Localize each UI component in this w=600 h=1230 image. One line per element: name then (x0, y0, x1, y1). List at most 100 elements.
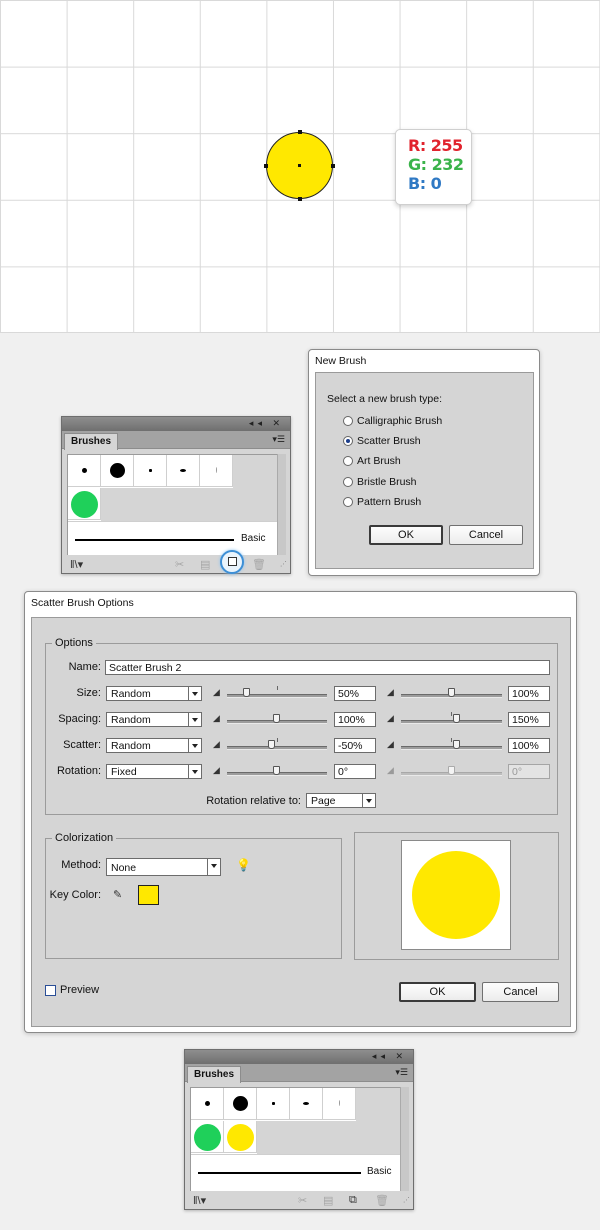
brush-options-icon[interactable]: ▤ (323, 1194, 333, 1207)
size-max-field[interactable]: 100% (508, 686, 550, 701)
resize-grip-icon[interactable]: ⋰ (280, 560, 287, 568)
scatter-brush-options-dialog: Scatter Brush Options Options Name: Scat… (24, 591, 577, 1033)
rotation-max-slider (401, 766, 502, 776)
radio-button[interactable] (343, 456, 353, 466)
tab-brushes[interactable]: Brushes (64, 433, 119, 450)
scatter-brush-swatch[interactable] (224, 1121, 257, 1153)
anchor-point-bottom[interactable] (298, 197, 302, 201)
brush-libraries-menu-icon[interactable]: ǁ\▾ (70, 558, 83, 571)
slider-thumb[interactable] (243, 688, 250, 697)
anchor-point-top[interactable] (298, 130, 302, 134)
preview-checkbox[interactable] (45, 985, 56, 996)
dialog-body: Select a new brush type: Calligraphic Br… (315, 372, 534, 569)
new-brush-icon[interactable] (220, 550, 244, 574)
brush-libraries-menu-icon[interactable]: ǁ\▾ (193, 1194, 206, 1207)
rotation-variation-select[interactable]: Fixed (106, 764, 202, 779)
spacing-min-field[interactable]: 100% (334, 712, 376, 727)
brush-swatch[interactable] (200, 455, 233, 487)
panel-menu-icon[interactable]: ▾☰ (272, 434, 285, 445)
collapse-close-icons[interactable]: ◂◂ ✕ (372, 1051, 407, 1062)
size-max-slider[interactable] (401, 688, 502, 698)
radio-button[interactable] (343, 497, 353, 507)
cancel-button[interactable]: Cancel (482, 982, 559, 1002)
delete-brush-icon[interactable]: 🗑 (252, 558, 266, 571)
brush-name-field[interactable]: Scatter Brush 2 (105, 660, 550, 675)
spacing-variation-select[interactable]: Random (106, 712, 202, 727)
key-color-swatch[interactable] (138, 885, 159, 905)
brush-swatch[interactable] (191, 1088, 224, 1120)
brush-swatch[interactable] (323, 1088, 356, 1120)
spacing-max-slider[interactable] (401, 712, 502, 724)
brush-swatch[interactable] (134, 455, 167, 487)
slider-thumb[interactable] (273, 766, 280, 775)
method-select[interactable]: None (106, 858, 221, 876)
panel-title-bar[interactable]: ◂◂ ✕ (62, 417, 290, 431)
scatter-max-slider[interactable] (401, 738, 502, 750)
rotation-min-field[interactable]: 0° (334, 764, 376, 779)
artboard-canvas[interactable]: R: 255 G: 232 B: 0 (0, 0, 600, 333)
slider-thumb[interactable] (268, 740, 275, 749)
eyedropper-icon[interactable]: ✎ (113, 888, 122, 901)
scatter-brush-swatch[interactable] (68, 488, 101, 520)
slider-thumb[interactable] (453, 714, 460, 723)
collapse-close-icons[interactable]: ◂◂ ✕ (249, 418, 284, 429)
dialog-body: Options Name: Scatter Brush 2 Size: Rand… (31, 617, 571, 1027)
panel-title-bar[interactable]: ◂◂ ✕ (185, 1050, 413, 1064)
brush-swatch[interactable] (290, 1088, 323, 1120)
panel-scrollbar[interactable] (277, 454, 286, 556)
brush-swatch[interactable] (257, 1088, 290, 1120)
size-min-slider[interactable] (227, 686, 327, 698)
basic-brush-label: Basic (241, 533, 266, 544)
slider-thumb[interactable] (448, 688, 455, 697)
rgb-value-callout: R: 255 G: 232 B: 0 (395, 129, 472, 205)
spacing-label: Spacing: (58, 713, 101, 725)
green-value: G: 232 (408, 155, 464, 174)
brush-type-prompt: Select a new brush type: (327, 393, 442, 405)
scatter-max-field[interactable]: 100% (508, 738, 550, 753)
pen-pressure-icon: ◣ (213, 739, 220, 749)
rotation-min-slider[interactable] (227, 766, 327, 776)
slider-thumb[interactable] (273, 714, 280, 723)
select-value: Random (111, 740, 151, 752)
spacing-max-field[interactable]: 150% (508, 712, 550, 727)
red-value: R: 255 (408, 136, 463, 155)
radio-button[interactable] (343, 416, 353, 426)
brush-swatch[interactable] (224, 1088, 257, 1120)
remove-brush-stroke-icon[interactable]: ✂ (175, 558, 184, 571)
brush-options-icon[interactable]: ▤ (200, 558, 210, 571)
delete-brush-icon[interactable]: 🗑 (375, 1194, 389, 1207)
brush-preview-area (354, 832, 559, 960)
remove-brush-stroke-icon[interactable]: ✂ (298, 1194, 307, 1207)
scatter-min-field[interactable]: -50% (334, 738, 376, 753)
scatter-variation-select[interactable]: Random (106, 738, 202, 753)
rotation-relative-select[interactable]: Page (306, 793, 376, 808)
brush-swatch[interactable] (68, 455, 101, 487)
brush-swatch[interactable] (101, 455, 134, 487)
panel-menu-icon[interactable]: ▾☰ (395, 1067, 408, 1078)
center-point (298, 164, 301, 167)
resize-grip-icon[interactable]: ⋰ (403, 1196, 410, 1204)
scatter-brush-swatch[interactable] (191, 1121, 224, 1153)
new-brush-icon[interactable]: ⧉ (349, 1194, 357, 1207)
dialog-title: Scatter Brush Options (31, 597, 134, 609)
chevron-down-icon (188, 687, 201, 700)
radio-button[interactable] (343, 477, 353, 487)
cancel-button[interactable]: Cancel (449, 525, 523, 545)
anchor-point-left[interactable] (264, 164, 268, 168)
select-value: Page (311, 795, 336, 807)
basic-brush-row[interactable]: Basic (68, 521, 278, 557)
anchor-point-right[interactable] (331, 164, 335, 168)
slider-thumb[interactable] (453, 740, 460, 749)
size-min-field[interactable]: 50% (334, 686, 376, 701)
tab-brushes[interactable]: Brushes (187, 1066, 242, 1083)
ok-button[interactable]: OK (369, 525, 443, 545)
spacing-min-slider[interactable] (227, 714, 327, 724)
brush-swatch[interactable] (167, 455, 200, 487)
size-variation-select[interactable]: Random (106, 686, 202, 701)
panel-scrollbar[interactable] (400, 1087, 409, 1191)
basic-brush-row[interactable]: Basic (191, 1154, 401, 1192)
tips-lightbulb-icon[interactable]: 💡 (236, 858, 251, 872)
scatter-min-slider[interactable] (227, 738, 327, 750)
ok-button[interactable]: OK (399, 982, 476, 1002)
radio-button-selected[interactable] (343, 436, 353, 446)
